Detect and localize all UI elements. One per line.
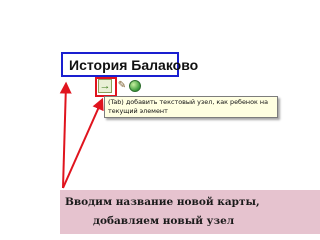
- caption-line-2: добавляем новый узел: [93, 215, 235, 227]
- caption-line-1: Вводим название новой карты,: [65, 196, 260, 208]
- caption-banner: Вводим название новой карты, добавляем н…: [60, 190, 320, 234]
- arrow-to-node: [59, 81, 72, 189]
- arrow-to-button: [62, 97, 104, 189]
